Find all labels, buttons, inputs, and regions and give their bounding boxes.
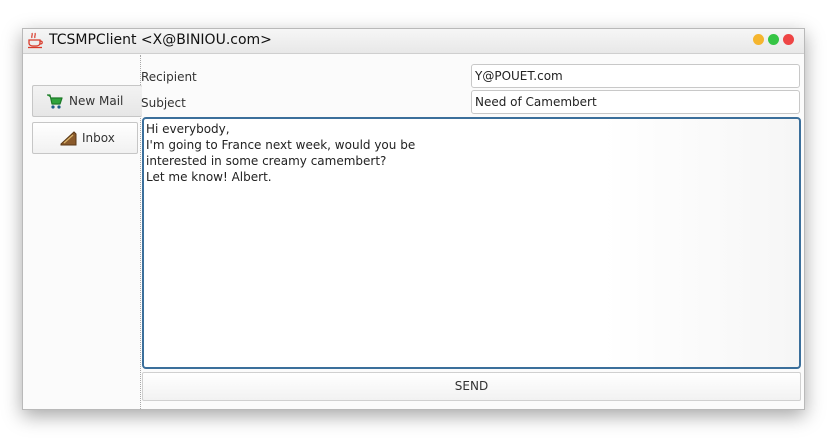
recipient-label: Recipient <box>141 70 197 84</box>
sidebar-item-new-mail[interactable]: New Mail <box>32 85 142 117</box>
maximize-button[interactable] <box>768 34 779 45</box>
send-button[interactable]: SEND <box>142 372 801 401</box>
subject-label: Subject <box>141 96 186 110</box>
minimize-button[interactable] <box>753 34 764 45</box>
subject-input[interactable] <box>471 90 800 114</box>
app-window: TCSMPClient <X@BINIOU.com> New Mail Inbo… <box>22 28 805 410</box>
sidebar-item-label: New Mail <box>69 94 124 108</box>
inbox-icon <box>60 130 77 147</box>
title-bar[interactable]: TCSMPClient <X@BINIOU.com> <box>23 29 804 54</box>
shopping-cart-icon <box>46 93 63 110</box>
recipient-input[interactable] <box>471 64 800 88</box>
window-title: TCSMPClient <X@BINIOU.com> <box>49 32 272 48</box>
sidebar-item-label: Inbox <box>82 131 115 145</box>
coffee-cup-icon <box>27 32 45 49</box>
message-body-textarea[interactable]: Hi everybody, I'm going to France next w… <box>142 117 801 369</box>
sidebar-item-inbox[interactable]: Inbox <box>32 122 138 154</box>
close-button[interactable] <box>783 34 794 45</box>
